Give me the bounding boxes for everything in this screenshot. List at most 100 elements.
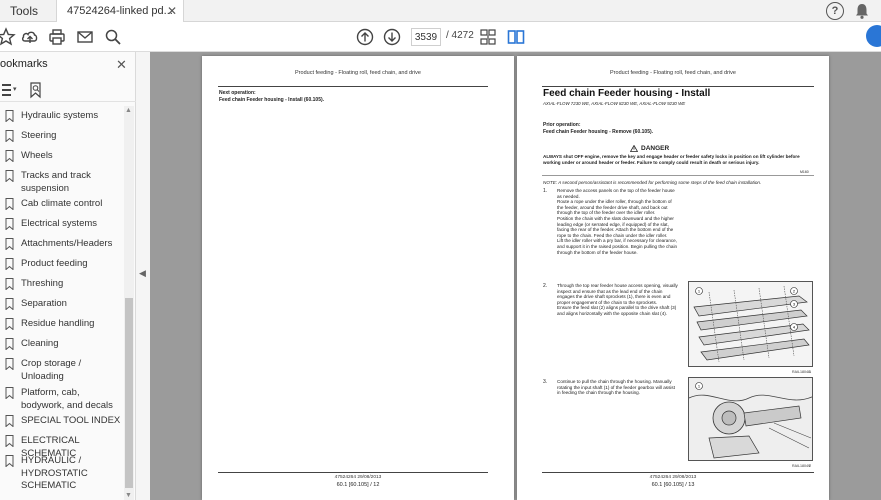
mail-icon[interactable]: [75, 27, 95, 47]
bookmark-item[interactable]: Cab climate control: [0, 198, 125, 211]
bookmark-item[interactable]: Cleaning: [0, 338, 125, 351]
bookmark-item[interactable]: Wheels: [0, 150, 125, 163]
chevron-down-icon[interactable]: ▾: [13, 85, 17, 93]
bookmark-icon: [5, 258, 14, 270]
options-menu-icon[interactable]: [0, 82, 14, 98]
page-layout-icon[interactable]: [478, 27, 498, 47]
upload-icon[interactable]: [20, 27, 40, 47]
step-text: Remove the access panels on the top of t…: [557, 188, 678, 255]
bookmark-item[interactable]: Product feeding: [0, 258, 125, 271]
danger-text: ALWAYS shut OFF engine, remove the key a…: [543, 154, 800, 165]
bookmark-item[interactable]: HYDRAULIC / HYDROSTATIC SCHEMATIC: [0, 455, 125, 493]
figure-feed-chain: 1 2 3 4: [688, 281, 813, 367]
tab-close-icon[interactable]: ✕: [167, 4, 177, 18]
divider: [542, 86, 814, 87]
step-number: 1.: [543, 188, 548, 194]
bookmark-label: Hydraulic systems: [21, 110, 99, 121]
bookmark-item[interactable]: Tracks and track suspension: [0, 170, 125, 195]
bookmark-label: Attachments/Headers: [21, 238, 113, 249]
figure-number: 1: [809, 369, 812, 374]
collapse-panel-icon[interactable]: ◀: [139, 268, 146, 279]
tab-document[interactable]: 47524264-linked pd... ✕: [56, 0, 184, 22]
bookmark-item[interactable]: Separation: [0, 298, 125, 311]
bookmark-icon: [5, 387, 14, 399]
feed-chain-illustration: 1 2 3 4: [689, 282, 812, 366]
bookmark-item[interactable]: Electrical systems: [0, 218, 125, 231]
scroll-thumb[interactable]: [125, 298, 133, 488]
figure-code: RAIL18048: [792, 370, 810, 374]
bookmark-icon: [5, 110, 14, 122]
bookmark-label: Separation: [21, 298, 67, 309]
toolbar: 3539 / 4272: [0, 22, 881, 52]
bookmark-item[interactable]: Hydraulic systems: [0, 110, 125, 123]
tab-tools[interactable]: Tools: [0, 0, 50, 22]
bookmark-icon: [5, 238, 14, 250]
document-viewport[interactable]: Product feeding - Floating roll, feed ch…: [150, 52, 881, 500]
divider: [542, 175, 814, 176]
bookmarks-panel: ookmarks ✕ ▾ Hydraulic systems Steering …: [0, 52, 136, 500]
close-icon[interactable]: ✕: [116, 57, 127, 73]
bookmark-icon: [5, 298, 14, 310]
prior-operation-label: Prior operation:: [543, 122, 581, 128]
bookmark-item[interactable]: Attachments/Headers: [0, 238, 125, 251]
bookmark-icon: [5, 415, 14, 427]
bookmark-label: Wheels: [21, 150, 53, 161]
bookmark-scrollbar[interactable]: ▲ ▼: [124, 106, 134, 500]
bookmark-item[interactable]: Crop storage / Unloading: [0, 358, 125, 383]
input-shaft-illustration: 1: [689, 378, 812, 460]
divider: [218, 472, 488, 473]
bookmark-icon: [5, 338, 14, 350]
footer-page: 60.1 [60.105] / 13: [651, 482, 695, 488]
bookmark-label: Residue handling: [21, 318, 95, 329]
bookmark-label: Product feeding: [21, 258, 88, 269]
danger-label: DANGER: [641, 145, 670, 152]
tab-document-label: 47524264-linked pd...: [67, 5, 173, 17]
figure-code: RAIL18049: [792, 464, 810, 468]
note-text: NOTE: A second person/assistant is recom…: [543, 180, 762, 185]
step-text: Through the top rear feeder house access…: [557, 283, 678, 316]
bookmark-icon: [5, 318, 14, 330]
warning-triangle-icon: [630, 145, 638, 152]
bookmark-label: Cab climate control: [21, 198, 103, 209]
share-button[interactable]: [866, 25, 881, 47]
two-page-icon[interactable]: [506, 27, 526, 47]
bookmark-label: Tracks and track suspension: [21, 170, 91, 194]
bookmark-icon: [5, 358, 14, 370]
running-header: Product feeding - Floating roll, feed ch…: [295, 70, 421, 76]
step-text: Continue to pull the chain through the h…: [557, 379, 675, 396]
bookmarks-title: ookmarks: [0, 58, 48, 70]
running-header: Product feeding - Floating roll, feed ch…: [610, 70, 736, 76]
page-number-input[interactable]: 3539: [411, 28, 441, 46]
tab-bar: Tools 47524264-linked pd... ✕ ?: [0, 0, 881, 22]
footer-page: 60.1 [60.105] / 12: [336, 482, 380, 488]
bookmark-icon: [5, 198, 14, 210]
scroll-up-icon[interactable]: ▲: [125, 107, 132, 114]
next-operation-text: Feed chain Feeder housing - Install (60.…: [219, 97, 325, 103]
bookmark-item[interactable]: SPECIAL TOOL INDEX: [0, 415, 125, 428]
page-total: / 4272: [446, 30, 474, 41]
bookmark-icon: [5, 170, 14, 182]
page-down-icon[interactable]: [382, 27, 402, 47]
divider: [218, 86, 488, 87]
zoom-icon[interactable]: [103, 27, 123, 47]
step-number: 3.: [543, 379, 548, 385]
bookmark-item[interactable]: Threshing: [0, 278, 125, 291]
model-list: AXIAL-FLOW 7230 WE, AXIAL-FLOW 8230 WE, …: [543, 101, 686, 106]
page-up-icon[interactable]: [355, 27, 375, 47]
bookmark-label: Threshing: [21, 278, 64, 289]
scroll-down-icon[interactable]: ▼: [125, 492, 132, 499]
print-icon[interactable]: [47, 27, 67, 47]
bookmarks-tools: ▾: [0, 78, 136, 102]
bell-icon[interactable]: [853, 2, 871, 20]
bookmark-label: HYDRAULIC / HYDROSTATIC SCHEMATIC: [21, 455, 88, 491]
bookmark-item[interactable]: Platform, cab, bodywork, and decals: [0, 387, 125, 412]
danger-heading: DANGER: [630, 145, 669, 152]
star-icon[interactable]: [0, 27, 16, 47]
bookmark-label: Cleaning: [21, 338, 59, 349]
footer-code: 47524264 29/08/2013: [334, 475, 382, 480]
bookmark-search-icon[interactable]: [28, 81, 44, 99]
bookmark-icon: [5, 130, 14, 142]
help-icon[interactable]: ?: [826, 2, 844, 20]
bookmark-item[interactable]: Residue handling: [0, 318, 125, 331]
bookmark-item[interactable]: Steering: [0, 130, 125, 143]
